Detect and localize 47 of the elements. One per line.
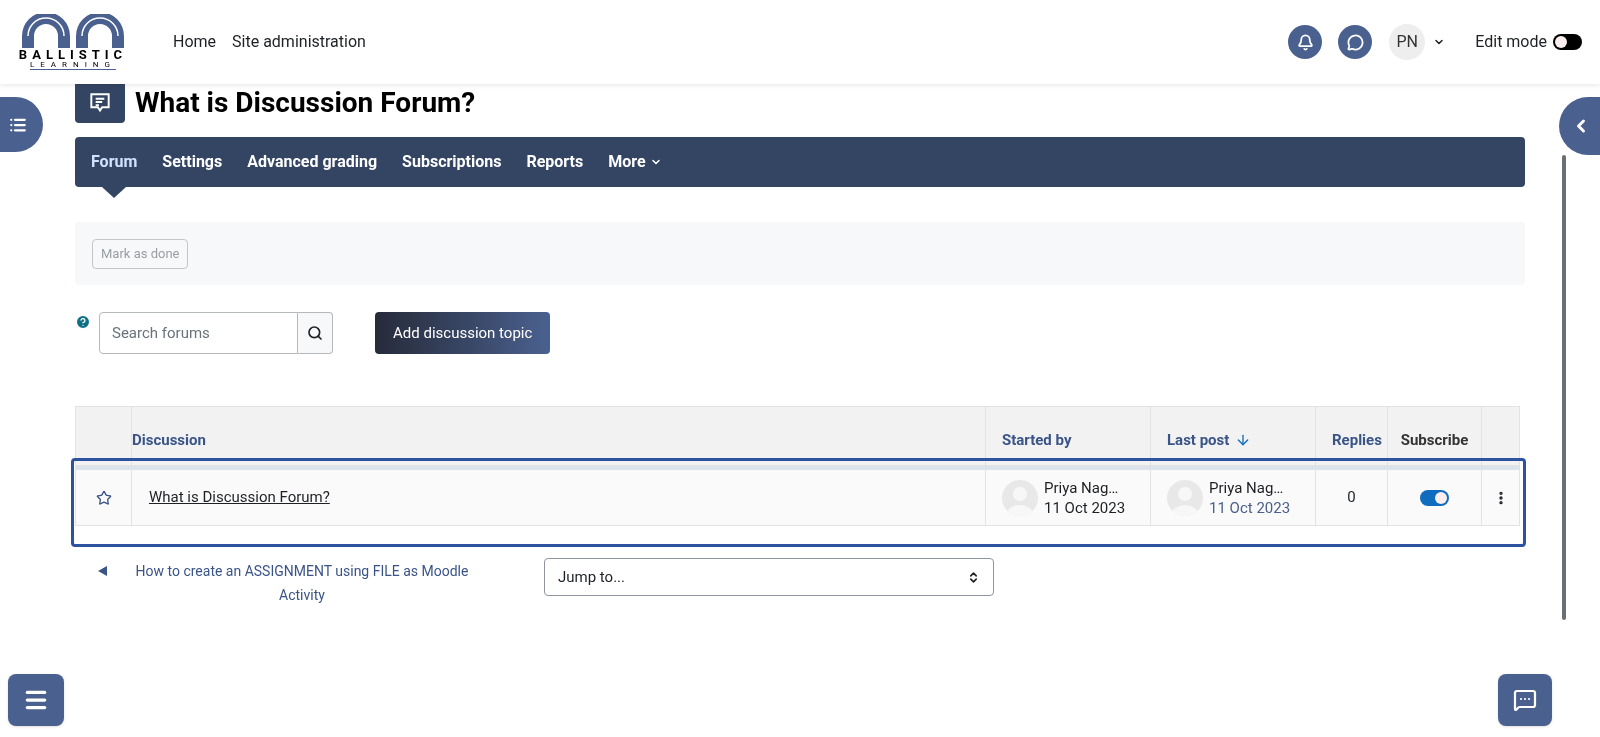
column-header[interactable]: Started by xyxy=(1002,428,1072,451)
search-field[interactable]: Search forums xyxy=(99,312,298,354)
author-name: Priya Nag… xyxy=(1209,477,1285,498)
jump-to-select[interactable]: Jump to... xyxy=(544,558,994,596)
course-index-toggle[interactable] xyxy=(0,97,43,152)
subscribe-switch[interactable] xyxy=(1420,489,1449,506)
post-date: 11 Oct 2023 xyxy=(1044,497,1126,518)
author-name: Priya Nag… xyxy=(1044,477,1120,498)
nav-tab[interactable]: Settings xyxy=(162,137,223,187)
page-title: What is Discussion Forum? xyxy=(135,85,476,121)
search-icon xyxy=(307,325,323,341)
logo-wordmark: BALLISTIC xyxy=(18,48,128,61)
column-header[interactable]: Last post xyxy=(1167,428,1252,451)
add-discussion-button[interactable]: Add discussion topic xyxy=(375,312,551,354)
edit-mode-switch[interactable] xyxy=(1553,34,1582,50)
chat-button[interactable] xyxy=(1498,674,1552,726)
replies-count: 0 xyxy=(1347,487,1356,509)
nav-tab[interactable]: Subscriptions xyxy=(402,137,502,187)
column-header[interactable]: Discussion xyxy=(132,428,206,451)
search-button[interactable] xyxy=(298,312,333,354)
nav-tab[interactable]: Advanced grading xyxy=(247,137,378,187)
menu-button[interactable] xyxy=(8,674,64,726)
chat-bubble-icon xyxy=(1513,688,1537,712)
user-menu[interactable]: PN xyxy=(1389,24,1446,60)
edit-mode-label: Edit mode xyxy=(1475,31,1547,53)
nav-tab[interactable]: Reports xyxy=(526,137,584,187)
column-header[interactable]: Replies xyxy=(1332,428,1382,451)
star-icon[interactable] xyxy=(95,489,112,506)
nav-link[interactable]: Site administration xyxy=(232,30,366,54)
help-icon[interactable] xyxy=(75,314,91,330)
left-triangle-icon xyxy=(98,566,108,576)
user-avatar: PN xyxy=(1389,24,1426,60)
drawer-toggle[interactable] xyxy=(1559,97,1600,155)
nav-link[interactable]: Home xyxy=(173,30,217,54)
select-arrows-icon xyxy=(967,570,980,584)
arches-icon xyxy=(20,14,126,48)
scrollbar[interactable] xyxy=(1562,155,1566,620)
column-header[interactable]: Subscribe xyxy=(1400,428,1469,451)
messages-icon[interactable] xyxy=(1338,25,1373,59)
discussion-link[interactable]: What is Discussion Forum? xyxy=(149,486,330,509)
post-date[interactable]: 11 Oct 2023 xyxy=(1209,497,1291,518)
notifications-icon[interactable] xyxy=(1288,25,1323,59)
nav-tab[interactable]: More xyxy=(608,137,662,187)
logo-tagline: LEARNING xyxy=(29,61,116,70)
logo[interactable]: BALLISTIC LEARNING xyxy=(18,14,128,70)
nav-tab[interactable]: Forum xyxy=(91,137,138,187)
previous-activity-link[interactable]: How to create an ASSIGNMENT using FILE as Moodle Activity xyxy=(75,559,515,607)
